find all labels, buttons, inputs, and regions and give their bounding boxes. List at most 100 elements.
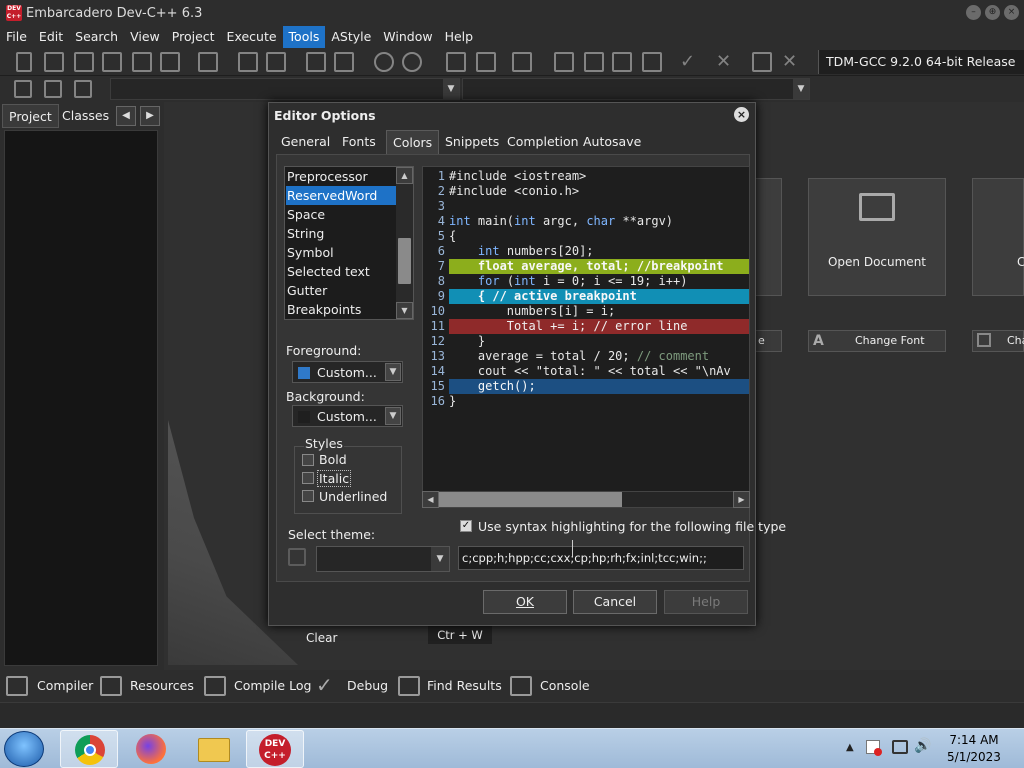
bold-label[interactable]: Bold xyxy=(319,452,347,467)
close-file-icon[interactable] xyxy=(132,52,152,72)
project-tree[interactable] xyxy=(4,130,158,666)
replace-icon[interactable] xyxy=(266,52,286,72)
comment-icon[interactable] xyxy=(512,52,532,72)
taskbar-devcpp[interactable]: DEV C++ xyxy=(246,730,304,768)
goto-bookmark-icon[interactable] xyxy=(74,80,92,98)
scroll-left-arrow-icon[interactable]: ◀ xyxy=(422,491,439,508)
tab-find-results[interactable]: Find Results xyxy=(396,670,502,702)
change-font-button[interactable]: A Change Font xyxy=(808,330,946,352)
code-line[interactable]: numbers[i] = i; xyxy=(449,304,749,319)
code-line[interactable]: for (int i = 0; i <= 19; i++) xyxy=(449,274,749,289)
print-icon[interactable] xyxy=(198,52,218,72)
code-line[interactable]: getch(); xyxy=(449,379,749,394)
code-line[interactable] xyxy=(449,199,749,214)
menu-search[interactable]: Search xyxy=(69,26,124,48)
code-line[interactable]: cout << "total: " << total << "\nAv xyxy=(449,364,749,379)
menu-edit[interactable]: Edit xyxy=(33,26,69,48)
tab-console[interactable]: Console xyxy=(508,670,590,702)
tab-completion[interactable]: Completion xyxy=(501,130,585,154)
code-line[interactable]: #include <iostream> xyxy=(449,169,749,184)
tab-compiler[interactable]: Compiler xyxy=(4,670,93,702)
theme-combo[interactable]: ▼ xyxy=(316,546,450,572)
italic-label[interactable]: Italic xyxy=(317,470,352,487)
list-item[interactable]: Gutter xyxy=(286,281,396,300)
code-line[interactable]: { // active breakpoint xyxy=(449,289,749,304)
code-line[interactable]: int numbers[20]; xyxy=(449,244,749,259)
compile-icon[interactable] xyxy=(554,52,574,72)
underlined-checkbox[interactable] xyxy=(302,490,314,502)
scroll-right-arrow-icon[interactable]: ▶ xyxy=(733,491,750,508)
menu-help[interactable]: Help xyxy=(439,26,480,48)
code-line[interactable]: { xyxy=(449,229,749,244)
tab-project[interactable]: Project xyxy=(2,104,59,128)
foreground-color-select[interactable]: Custom... ▼ xyxy=(292,361,403,383)
taskbar-firefox[interactable] xyxy=(122,730,180,768)
list-item[interactable]: Symbol xyxy=(286,243,396,262)
chevron-down-icon[interactable]: ▼ xyxy=(385,407,401,425)
menu-project[interactable]: Project xyxy=(166,26,221,48)
code-line[interactable]: Total += i; // error line xyxy=(449,319,749,334)
list-item[interactable]: String xyxy=(286,224,396,243)
list-scroll-thumb[interactable] xyxy=(398,238,411,284)
welcome-tile-right[interactable]: C xyxy=(972,178,1024,296)
check-icon[interactable]: ✓ xyxy=(680,52,700,72)
new-class-icon[interactable] xyxy=(446,52,466,72)
background-color-select[interactable]: Custom... ▼ xyxy=(292,405,403,427)
redo-icon[interactable] xyxy=(402,52,422,72)
compile-run-icon[interactable] xyxy=(612,52,632,72)
taskbar-explorer[interactable] xyxy=(184,730,242,768)
welcome-button-partial[interactable]: e xyxy=(755,330,782,352)
tab-general[interactable]: General xyxy=(275,130,336,154)
bold-checkbox[interactable] xyxy=(302,454,314,466)
open-document-tile[interactable]: Open Document xyxy=(808,178,946,296)
italic-checkbox[interactable] xyxy=(302,472,314,484)
file-types-input[interactable]: c;cpp;h;hpp;cc;cxx;cp;hp;rh;fx;inl;tcc;w… xyxy=(458,546,744,570)
code-line[interactable]: } xyxy=(449,334,749,349)
chevron-down-icon[interactable]: ▼ xyxy=(443,79,459,99)
class-combo[interactable]: ▼ xyxy=(110,78,460,100)
nav-right-button[interactable]: ▶ xyxy=(140,106,160,126)
menu-file[interactable]: File xyxy=(0,26,33,48)
close-window-button[interactable]: × xyxy=(1004,5,1019,20)
taskbar-clock[interactable]: 7:14 AM 5/1/2023 xyxy=(944,732,1004,766)
dialog-close-button[interactable]: × xyxy=(734,107,749,122)
rebuild-icon[interactable] xyxy=(642,52,662,72)
clear-label[interactable]: Clear xyxy=(306,631,337,645)
list-item[interactable]: Preprocessor xyxy=(286,167,396,186)
new-header-icon[interactable] xyxy=(476,52,496,72)
delete-profile-icon[interactable]: ✕ xyxy=(782,52,802,72)
unindent-icon[interactable] xyxy=(334,52,354,72)
tab-resources[interactable]: Resources xyxy=(98,670,194,702)
list-item-selected[interactable]: ReservedWord xyxy=(286,186,396,205)
underlined-label[interactable]: Underlined xyxy=(319,489,387,504)
minimize-button[interactable]: – xyxy=(966,5,981,20)
list-item[interactable]: Selected text xyxy=(286,262,396,281)
list-item[interactable]: Space xyxy=(286,205,396,224)
profile-icon[interactable] xyxy=(752,52,772,72)
code-line[interactable]: #include <conio.h> xyxy=(449,184,749,199)
tab-classes[interactable]: Classes xyxy=(56,104,115,128)
nav-left-button[interactable]: ◀ xyxy=(116,106,136,126)
taskbar-chrome[interactable] xyxy=(60,730,118,768)
color-preview-editor[interactable]: 1 #include <iostream> 2 #include <conio.h> 3… xyxy=(422,166,750,492)
new-file-icon[interactable] xyxy=(16,52,32,72)
member-combo[interactable]: ▼ xyxy=(462,78,810,100)
ok-button[interactable]: OK xyxy=(483,590,567,614)
menu-tools[interactable]: Tools xyxy=(282,26,326,48)
compiler-select[interactable]: TDM-GCC 9.2.0 64-bit Release xyxy=(818,50,1024,74)
open-icon[interactable] xyxy=(44,52,64,72)
menu-execute[interactable]: Execute xyxy=(221,26,283,48)
chevron-down-icon[interactable]: ▼ xyxy=(385,363,401,381)
code-line[interactable]: average = total / 20; // comment xyxy=(449,349,749,364)
tab-fonts[interactable]: Fonts xyxy=(336,130,382,154)
indent-icon[interactable] xyxy=(306,52,326,72)
start-button[interactable] xyxy=(4,731,44,767)
find-icon[interactable] xyxy=(238,52,258,72)
list-item[interactable]: Breakpoints xyxy=(286,300,396,319)
volume-icon[interactable]: 🔊 xyxy=(914,738,931,754)
menu-view[interactable]: View xyxy=(124,26,166,48)
save-icon[interactable] xyxy=(74,52,94,72)
scroll-up-arrow-icon[interactable]: ▲ xyxy=(396,167,413,184)
cancel-button[interactable]: Cancel xyxy=(573,590,657,614)
close-all-icon[interactable] xyxy=(160,52,180,72)
